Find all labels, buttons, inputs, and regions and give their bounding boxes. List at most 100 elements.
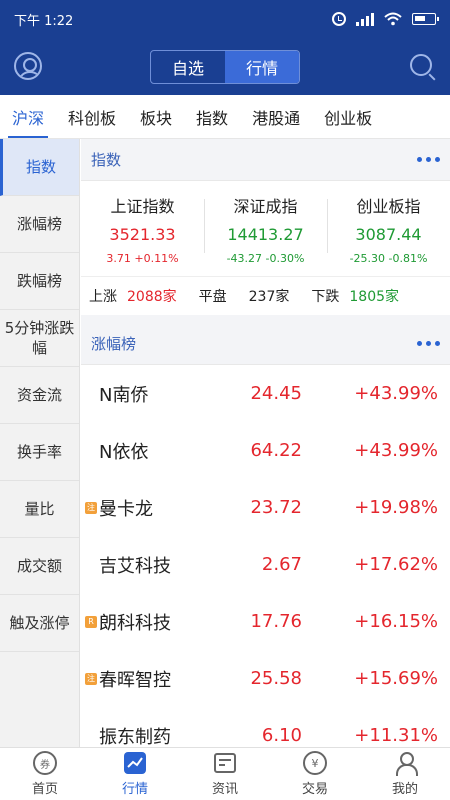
margin-tag: R [85, 615, 97, 628]
profile-icon [393, 751, 418, 776]
news-icon [214, 753, 236, 773]
coupon-icon: 券 [33, 751, 57, 775]
stock-price: 64.22 [250, 440, 302, 461]
stock-name: 吉艾科技 [99, 555, 171, 577]
nav-me[interactable]: 我的 [360, 748, 450, 800]
table-row[interactable]: R 朗科科技 17.76 +16.15% [81, 593, 450, 650]
view-switcher: 自选 行情 [150, 49, 300, 84]
registration-tag: 注 [85, 672, 97, 685]
market-tabs: 沪深 科创板 板块 指数 港股通 创业板 [0, 95, 450, 139]
stock-name: 曼卡龙 [99, 498, 153, 520]
stock-price: 25.58 [250, 668, 302, 689]
index-change: -43.27 -0.30% [226, 252, 305, 265]
stock-change-pct: +19.98% [354, 497, 438, 518]
nav-label: 我的 [391, 782, 418, 797]
bottom-navigation: 券 首页 行情 资讯 ¥ 交易 我的 [0, 747, 450, 800]
tab-shanghai-shenzhen[interactable]: 沪深 [0, 95, 56, 138]
alarm-icon [332, 12, 346, 26]
stock-name: 春晖智控 [99, 669, 171, 691]
table-row[interactable]: N南侨 24.45 +43.99% [81, 365, 450, 422]
nav-news[interactable]: 资讯 [180, 748, 270, 800]
breadth-up-count: 2088家 [127, 289, 177, 305]
index-value: 14413.27 [227, 225, 304, 244]
table-row[interactable]: 吉艾科技 2.67 +17.62% [81, 536, 450, 593]
nav-label: 行情 [121, 782, 148, 797]
registration-tag: 注 [85, 501, 97, 514]
nav-label: 首页 [31, 782, 58, 797]
index-section-title: 指数 [91, 151, 122, 169]
stock-price: 2.67 [261, 554, 302, 575]
index-card-chinext[interactable]: 创业板指 3087.44 -25.30 -0.81% [327, 181, 450, 276]
sidebar-item-gainers[interactable]: 涨幅榜 [0, 196, 79, 253]
main-content: 指数 上证指数 3521.33 3.71 +0.11% 深证成指 14413.2… [81, 139, 450, 747]
stock-change-pct: +16.15% [354, 611, 438, 632]
gain-section-title: 涨幅榜 [91, 335, 137, 353]
chart-icon [124, 752, 146, 774]
stock-price: 17.76 [250, 611, 302, 632]
table-row[interactable]: 注曼卡龙 23.72 +19.98% [81, 479, 450, 536]
table-row[interactable]: N依依 64.22 +43.99% [81, 422, 450, 479]
breadth-down-count: 1805家 [349, 289, 400, 305]
stock-name: 振东制药 [99, 726, 171, 748]
stock-name: N依依 [99, 441, 149, 463]
breadth-up-label: 上涨 [89, 289, 117, 305]
top-navbar: 自选 行情 [0, 38, 450, 95]
table-row[interactable]: 振东制药 6.10 +11.31% [81, 707, 450, 747]
tab-indices[interactable]: 指数 [184, 95, 240, 138]
sidebar-item-volume-ratio[interactable]: 量比 [0, 481, 79, 538]
yuan-icon: ¥ [303, 751, 327, 775]
stock-change-pct: +43.99% [354, 440, 438, 461]
index-card-sse[interactable]: 上证指数 3521.33 3.71 +0.11% [81, 181, 204, 276]
index-card-szse[interactable]: 深证成指 14413.27 -43.27 -0.30% [204, 181, 327, 276]
stock-change-pct: +17.62% [354, 554, 438, 575]
tab-star-market[interactable]: 科创板 [56, 95, 128, 138]
breadth-down-label: 下跌 [311, 289, 340, 305]
nav-trade[interactable]: ¥ 交易 [270, 748, 360, 800]
tab-hk-connect[interactable]: 港股通 [240, 95, 312, 138]
stock-name: N南侨 [99, 384, 149, 406]
market-breadth: 上涨 2088家 平盘 237家 下跌 1805家 [81, 277, 450, 323]
index-value: 3521.33 [109, 225, 176, 244]
index-change: -25.30 -0.81% [349, 252, 428, 265]
stock-price: 6.10 [261, 725, 302, 746]
gainers-list: N南侨 24.45 +43.99% N依依 64.22 +43.99% 注曼卡龙… [81, 365, 450, 747]
status-icons [332, 12, 439, 26]
sidebar-item-capital-flow[interactable]: 资金流 [0, 367, 79, 424]
sidebar-item-turnover[interactable]: 换手率 [0, 424, 79, 481]
user-icon[interactable] [14, 52, 42, 80]
nav-label: 交易 [301, 782, 328, 797]
index-value: 3087.44 [355, 225, 422, 244]
nav-market[interactable]: 行情 [90, 748, 180, 800]
wifi-icon [384, 12, 402, 26]
index-name: 上证指数 [110, 197, 175, 216]
index-section-header: 指数 [81, 139, 450, 181]
sidebar-item-losers[interactable]: 跌幅榜 [0, 253, 79, 310]
index-change: 3.71 +0.11% [106, 252, 179, 265]
tab-chinext[interactable]: 创业板 [312, 95, 384, 138]
more-icon[interactable] [417, 341, 440, 346]
stock-change-pct: +15.69% [354, 668, 438, 689]
nav-label: 资讯 [211, 782, 238, 797]
index-name: 深证成指 [233, 197, 298, 216]
nav-home[interactable]: 券 首页 [0, 748, 90, 800]
battery-icon [412, 13, 439, 25]
breadth-flat-count: 237家 [248, 289, 290, 305]
tab-watchlist[interactable]: 自选 [151, 51, 225, 83]
gain-section-header: 涨幅榜 [81, 323, 450, 365]
sidebar-item-limit-up[interactable]: 触及涨停 [0, 595, 79, 652]
tab-market[interactable]: 行情 [225, 50, 299, 83]
sidebar-item-amount[interactable]: 成交额 [0, 538, 79, 595]
stock-price: 23.72 [250, 497, 302, 518]
search-icon[interactable] [410, 54, 432, 76]
table-row[interactable]: 注春晖智控 25.58 +15.69% [81, 650, 450, 707]
tab-sectors[interactable]: 板块 [128, 95, 184, 138]
stock-change-pct: +43.99% [354, 383, 438, 404]
more-icon[interactable] [417, 157, 440, 162]
status-bar: 下午 1:22 [0, 0, 450, 38]
index-cards: 上证指数 3521.33 3.71 +0.11% 深证成指 14413.27 -… [81, 181, 450, 277]
signal-icon [356, 12, 374, 26]
sidebar-item-index[interactable]: 指数 [0, 139, 79, 196]
index-name: 创业板指 [356, 197, 421, 216]
sidebar-item-5min-change[interactable]: 5分钟涨跌幅 [0, 310, 79, 367]
category-sidebar: 指数 涨幅榜 跌幅榜 5分钟涨跌幅 资金流 换手率 量比 成交额 触及涨停 [0, 139, 80, 747]
